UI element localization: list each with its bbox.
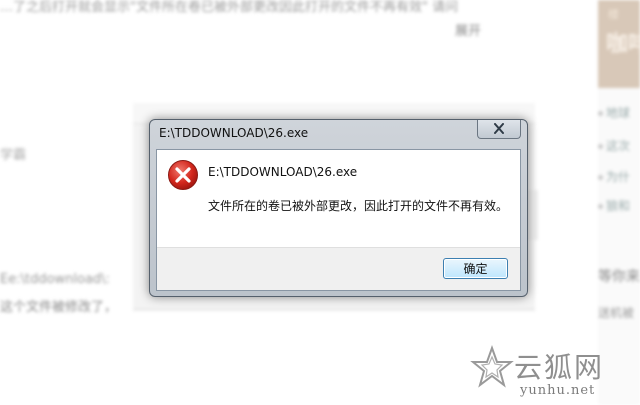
error-dialog: E:\TDDOWNLOAD\26.exe E:\TDDOWNLOAD\26.ex… — [149, 119, 528, 297]
question-text: …了之后打开就会显示"文件所在卷已被外部更改因此打开的文件不再有效" 请问 — [0, 0, 459, 15]
sidebar-item[interactable]: 地球 — [606, 104, 630, 121]
message-title: E:\TDDOWNLOAD\26.exe — [208, 165, 358, 179]
related-item[interactable]: 送机被 — [598, 304, 634, 321]
dialog-footer: 确定 — [157, 247, 520, 290]
watermark-name: 云狐网 — [514, 351, 605, 384]
dialog-content: E:\TDDOWNLOAD\26.exe 文件所在的卷已被外部更改，因此打开的文… — [156, 149, 521, 291]
watermark-url: yunhu.net — [520, 383, 596, 398]
sidebar-item[interactable]: 为什 — [606, 168, 630, 185]
error-icon — [168, 160, 198, 190]
ok-button[interactable]: 确定 — [443, 258, 508, 279]
sidebar-item[interactable]: 狼和 — [606, 197, 630, 214]
expand-link[interactable]: 展开 — [455, 20, 481, 39]
ad-small-text: 楼 — [608, 8, 619, 21]
star-logo-icon — [470, 345, 514, 388]
bullet-dot — [598, 144, 603, 149]
message-text: 文件所在的卷已被外部更改，因此打开的文件不再有效。 — [208, 199, 509, 213]
divider — [133, 309, 535, 310]
sidebar-item[interactable]: 这次 — [606, 137, 630, 154]
close-button[interactable] — [477, 120, 521, 139]
background-fragment: 学霸 — [0, 148, 27, 163]
background-path-text: Ee:\tddownload\: — [0, 272, 110, 287]
ad-title: 咖啡 — [606, 32, 640, 57]
bullet-dot — [598, 175, 603, 180]
background-answer-text: 这个文件被修改了， — [0, 300, 118, 315]
bullet-dot — [598, 111, 603, 116]
bullet-dot — [598, 204, 603, 209]
related-title: 等你来 — [598, 269, 640, 285]
close-icon — [494, 123, 504, 134]
dialog-title: E:\TDDOWNLOAD\26.exe — [159, 126, 309, 140]
